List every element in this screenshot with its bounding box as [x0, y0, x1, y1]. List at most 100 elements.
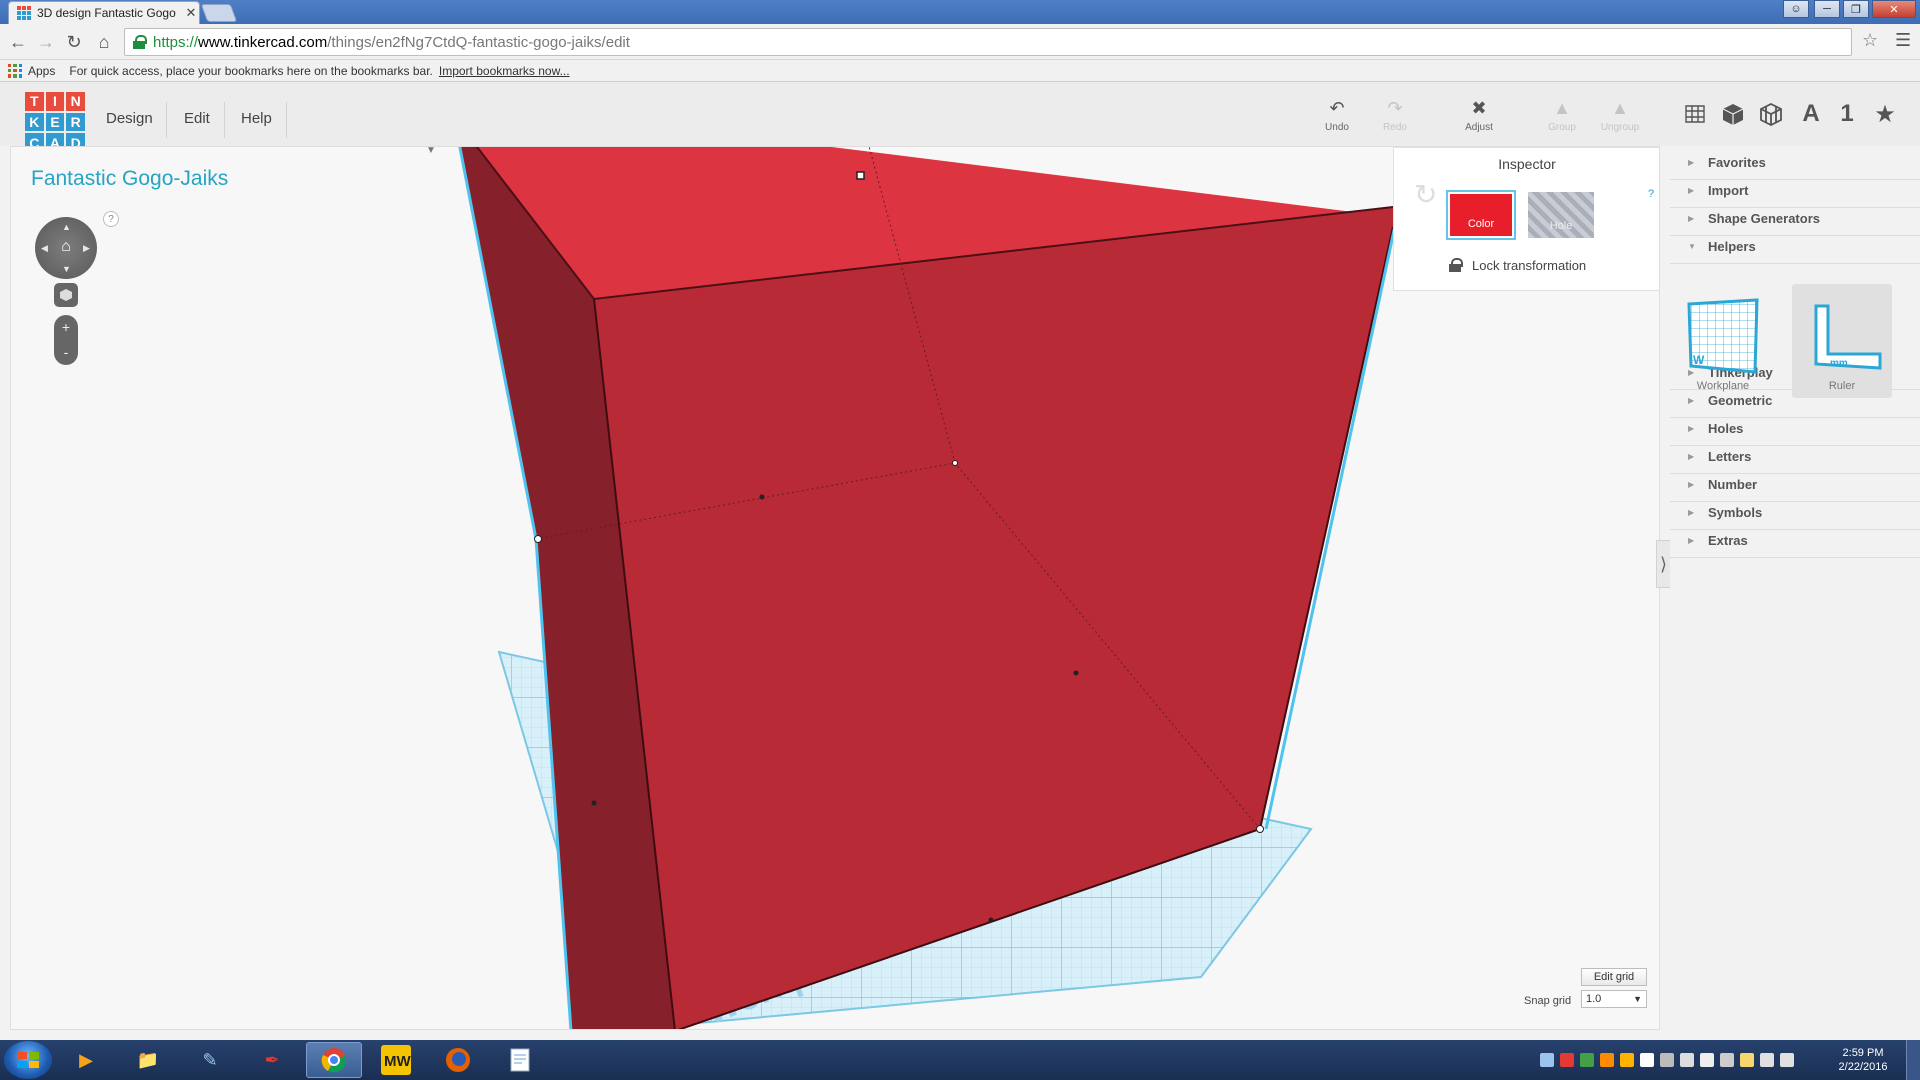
logo-letter: T: [25, 92, 44, 111]
address-bar[interactable]: https://www.tinkercad.com/things/en2fNg7…: [124, 28, 1852, 56]
lock-transformation-label[interactable]: Lock transformation: [1472, 258, 1586, 273]
snap-grid-select[interactable]: 1.0 ▼: [1581, 990, 1647, 1008]
adjust-button[interactable]: ✖ Adjust: [1455, 98, 1503, 133]
edge-handle[interactable]: [988, 917, 994, 923]
show-desktop-button[interactable]: [1906, 1040, 1920, 1080]
forward-arrow-icon[interactable]: →: [34, 30, 58, 54]
redo-button[interactable]: ↷ Redo: [1371, 98, 1419, 133]
menu-help[interactable]: Help: [241, 110, 272, 127]
url-host: www.tinkercad.com: [198, 33, 328, 51]
workplane-viewport[interactable]: Workplane ▼ Fantastic Gog: [10, 146, 1660, 1030]
edge-handle[interactable]: [1073, 670, 1079, 676]
undo-button[interactable]: ↶ Undo: [1313, 98, 1361, 133]
back-arrow-icon[interactable]: ←: [6, 30, 30, 54]
undo-icon: ↶: [1329, 98, 1345, 118]
favorites-star-button[interactable]: ★: [1868, 98, 1902, 130]
pen-app-icon[interactable]: ✒: [244, 1042, 300, 1078]
logo-letter: R: [66, 112, 85, 132]
edit-grid-button[interactable]: Edit grid: [1581, 968, 1647, 986]
sidebar-category-label: Import: [1708, 183, 1749, 198]
profile-icon[interactable]: ☺: [1783, 0, 1809, 18]
lock-icon[interactable]: [1449, 258, 1463, 272]
corner-handle[interactable]: [534, 535, 542, 543]
import-bookmarks-link[interactable]: Import bookmarks now...: [439, 64, 570, 78]
snap-grid-label: Snap grid: [1524, 995, 1572, 1007]
ruler-helper-icon: mm: [1814, 304, 1882, 370]
home-icon[interactable]: ⌂: [92, 30, 116, 54]
design-title[interactable]: Fantastic Gogo-Jaiks: [31, 167, 228, 191]
view-help-icon[interactable]: ?: [103, 211, 119, 227]
helper-ruler[interactable]: mm Ruler: [1792, 284, 1892, 398]
sidebar-category-helpers[interactable]: ▼ Helpers: [1670, 230, 1920, 264]
tray-icon: [1720, 1053, 1734, 1067]
system-tray: [1540, 1040, 1794, 1080]
zoom-in-button[interactable]: +: [54, 315, 78, 340]
edge-handle[interactable]: [591, 800, 597, 806]
tray-icon: [1560, 1053, 1574, 1067]
ungroup-icon: ▲: [1611, 98, 1629, 118]
secure-lock-icon: [133, 35, 147, 49]
ungroup-button[interactable]: ▲ Ungroup: [1596, 98, 1644, 133]
apps-grid-icon[interactable]: [8, 63, 22, 78]
collapsed-arrow-icon: ▶: [1688, 452, 1695, 461]
media-player-icon[interactable]: ▶: [58, 1042, 114, 1078]
group-icon: ▲: [1553, 98, 1571, 118]
sidebar-category-label: Holes: [1708, 421, 1744, 436]
tinkercad-logo[interactable]: TINKERCAD: [25, 92, 85, 152]
sidebar-category-extras[interactable]: ▶ Extras: [1670, 524, 1920, 558]
home-view-icon[interactable]: ⌂: [56, 237, 76, 257]
restore-icon[interactable]: ❐: [1843, 0, 1869, 18]
notepad-icon[interactable]: [492, 1042, 548, 1078]
sidebar-category-label: Symbols: [1708, 505, 1763, 520]
corner-handle[interactable]: [1256, 825, 1264, 833]
menu-design[interactable]: Design: [106, 110, 153, 127]
helper-workplane[interactable]: W Workplane: [1673, 284, 1773, 398]
expanded-arrow-icon: ▼: [1688, 242, 1696, 251]
corner-handle[interactable]: [952, 460, 958, 466]
url-path: /things/en2fNg7CtdQ-fantastic-gogo-jaiks…: [327, 33, 630, 51]
number-shape-button[interactable]: 1: [1830, 98, 1864, 130]
tab-title: 3D design Fantastic Gogo: [37, 6, 176, 20]
network-icon: [1760, 1053, 1774, 1067]
fit-view-button[interactable]: [54, 283, 78, 307]
text-shape-button[interactable]: A: [1794, 98, 1828, 130]
chrome-icon[interactable]: [306, 1042, 362, 1078]
window-close-icon[interactable]: ✕: [1872, 0, 1916, 18]
tab-close-icon[interactable]: ✕: [183, 5, 199, 21]
wireframe-view-button[interactable]: [1754, 98, 1788, 130]
start-button[interactable]: [4, 1041, 52, 1079]
group-button[interactable]: ▲ Group: [1538, 98, 1586, 133]
sidebar-category-label: Letters: [1708, 449, 1752, 464]
mw-app-icon[interactable]: MW: [368, 1042, 424, 1078]
sidebar-category-label: Extras: [1708, 533, 1748, 548]
sidebar-category-label: Number: [1708, 477, 1758, 492]
system-clock[interactable]: 2:59 PM 2/22/2016: [1828, 1046, 1898, 1074]
app-icon[interactable]: ✎: [182, 1042, 238, 1078]
edge-handle[interactable]: [759, 494, 765, 500]
tinkercad-favicon-icon: [17, 6, 31, 20]
new-tab-button[interactable]: [200, 4, 238, 22]
firefox-icon[interactable]: [430, 1042, 486, 1078]
grid-view-button[interactable]: [1678, 98, 1712, 130]
orbit-control[interactable]: ▲ ▼ ◀ ▶ ⌂: [35, 217, 97, 279]
zoom-out-button[interactable]: -: [54, 340, 78, 365]
bookmark-star-icon[interactable]: ☆: [1862, 30, 1878, 51]
collapse-arrow-icon[interactable]: ▼: [426, 147, 436, 156]
minimize-icon[interactable]: ─: [1814, 0, 1840, 18]
menu-edit[interactable]: Edit: [184, 110, 210, 127]
reload-icon[interactable]: ↻: [62, 30, 86, 54]
tray-icon: [1660, 1053, 1674, 1067]
box-view-button[interactable]: [1716, 98, 1750, 130]
hole-button[interactable]: Hole: [1528, 192, 1594, 238]
collapsed-arrow-icon: ▶: [1688, 158, 1695, 167]
inspector-help-icon[interactable]: ?: [1648, 188, 1654, 200]
svg-text:W: W: [1693, 353, 1705, 367]
color-button[interactable]: Color: [1446, 190, 1516, 240]
browser-menu-icon[interactable]: ☰: [1895, 30, 1911, 51]
height-handle[interactable]: [856, 171, 865, 180]
sidebar-toggle-icon[interactable]: ⟩: [1656, 540, 1670, 588]
browser-tab[interactable]: 3D design Fantastic Gogo ✕: [8, 1, 200, 24]
file-explorer-icon[interactable]: 📁: [120, 1042, 176, 1078]
shape-library-sidebar: ▶ Favorites ▶ Import ▶ Shape Generators ▼ Helpe…: [1670, 146, 1920, 1030]
apps-link[interactable]: Apps: [28, 64, 55, 78]
